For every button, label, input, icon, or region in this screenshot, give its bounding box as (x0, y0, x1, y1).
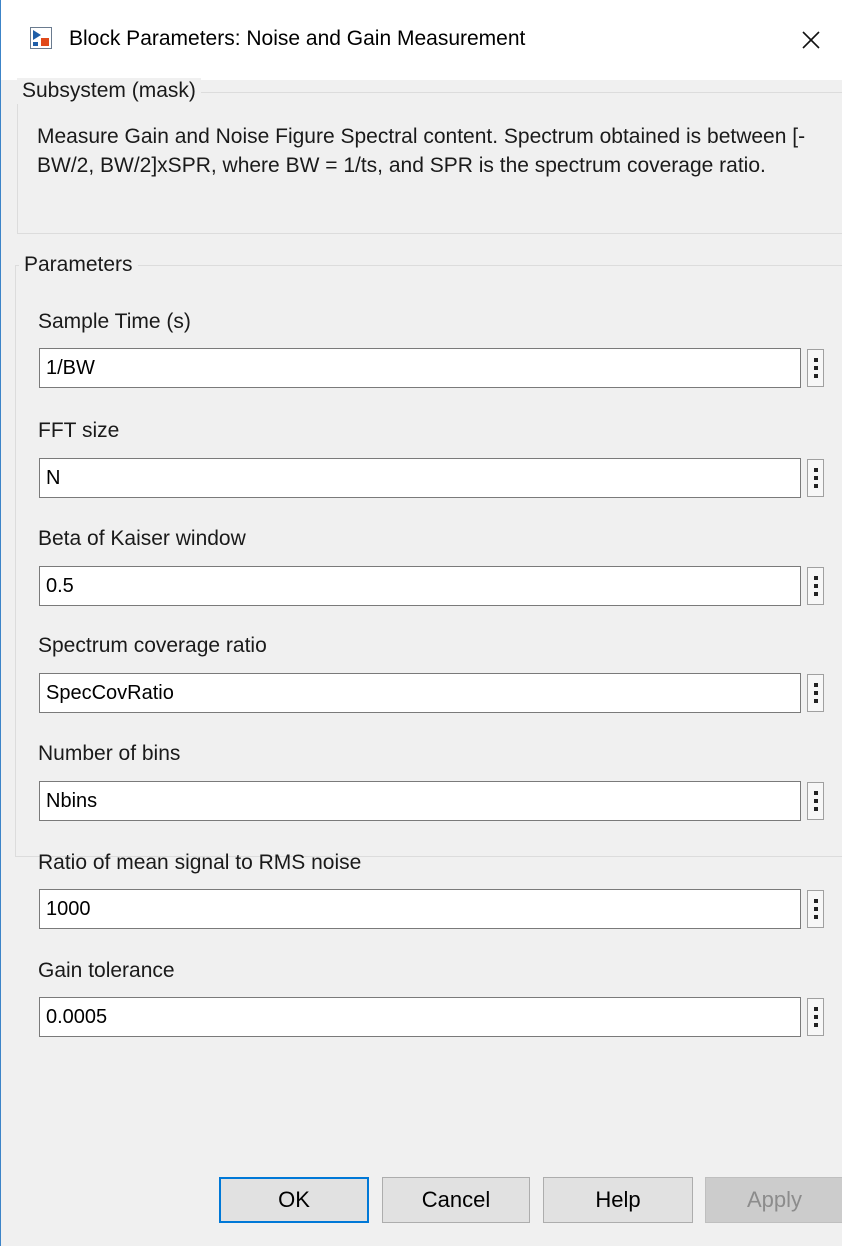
sample-time-options-button[interactable] (807, 349, 824, 387)
close-button[interactable] (780, 0, 842, 80)
mask-group-legend: Subsystem (mask) (17, 78, 201, 104)
signal-to-noise-ratio-input[interactable] (39, 889, 801, 929)
fft-size-label: FFT size (38, 419, 120, 442)
number-of-bins-input[interactable] (39, 781, 801, 821)
simulink-block-icon (30, 27, 52, 49)
kaiser-beta-input[interactable] (39, 566, 801, 606)
fft-size-input[interactable] (39, 458, 801, 498)
spectrum-coverage-ratio-options-button[interactable] (807, 674, 824, 712)
fft-size-options-button[interactable] (807, 459, 824, 497)
sample-time-label: Sample Time (s) (38, 310, 191, 333)
kaiser-beta-options-button[interactable] (807, 567, 824, 605)
title-bar[interactable]: Block Parameters: Noise and Gain Measure… (1, 0, 842, 80)
kaiser-beta-label: Beta of Kaiser window (38, 527, 246, 550)
sample-time-input[interactable] (39, 348, 801, 388)
apply-button[interactable]: Apply (705, 1177, 842, 1223)
signal-to-noise-ratio-options-button[interactable] (807, 890, 824, 928)
signal-to-noise-ratio-label: Ratio of mean signal to RMS noise (38, 851, 362, 874)
close-icon (802, 31, 820, 49)
mask-description: Measure Gain and Noise Figure Spectral c… (37, 125, 806, 177)
gain-tolerance-input[interactable] (39, 997, 801, 1037)
gain-tolerance-label: Gain tolerance (38, 959, 175, 982)
cancel-button[interactable]: Cancel (382, 1177, 530, 1223)
spectrum-coverage-ratio-label: Spectrum coverage ratio (38, 634, 267, 657)
spectrum-coverage-ratio-input[interactable] (39, 673, 801, 713)
window-title: Block Parameters: Noise and Gain Measure… (69, 27, 526, 50)
parameters-group-legend: Parameters (19, 252, 138, 278)
number-of-bins-label: Number of bins (38, 742, 181, 765)
help-button[interactable]: Help (543, 1177, 693, 1223)
ok-button[interactable]: OK (219, 1177, 369, 1223)
number-of-bins-options-button[interactable] (807, 782, 824, 820)
gain-tolerance-options-button[interactable] (807, 998, 824, 1036)
block-parameters-dialog: Block Parameters: Noise and Gain Measure… (0, 0, 842, 1246)
